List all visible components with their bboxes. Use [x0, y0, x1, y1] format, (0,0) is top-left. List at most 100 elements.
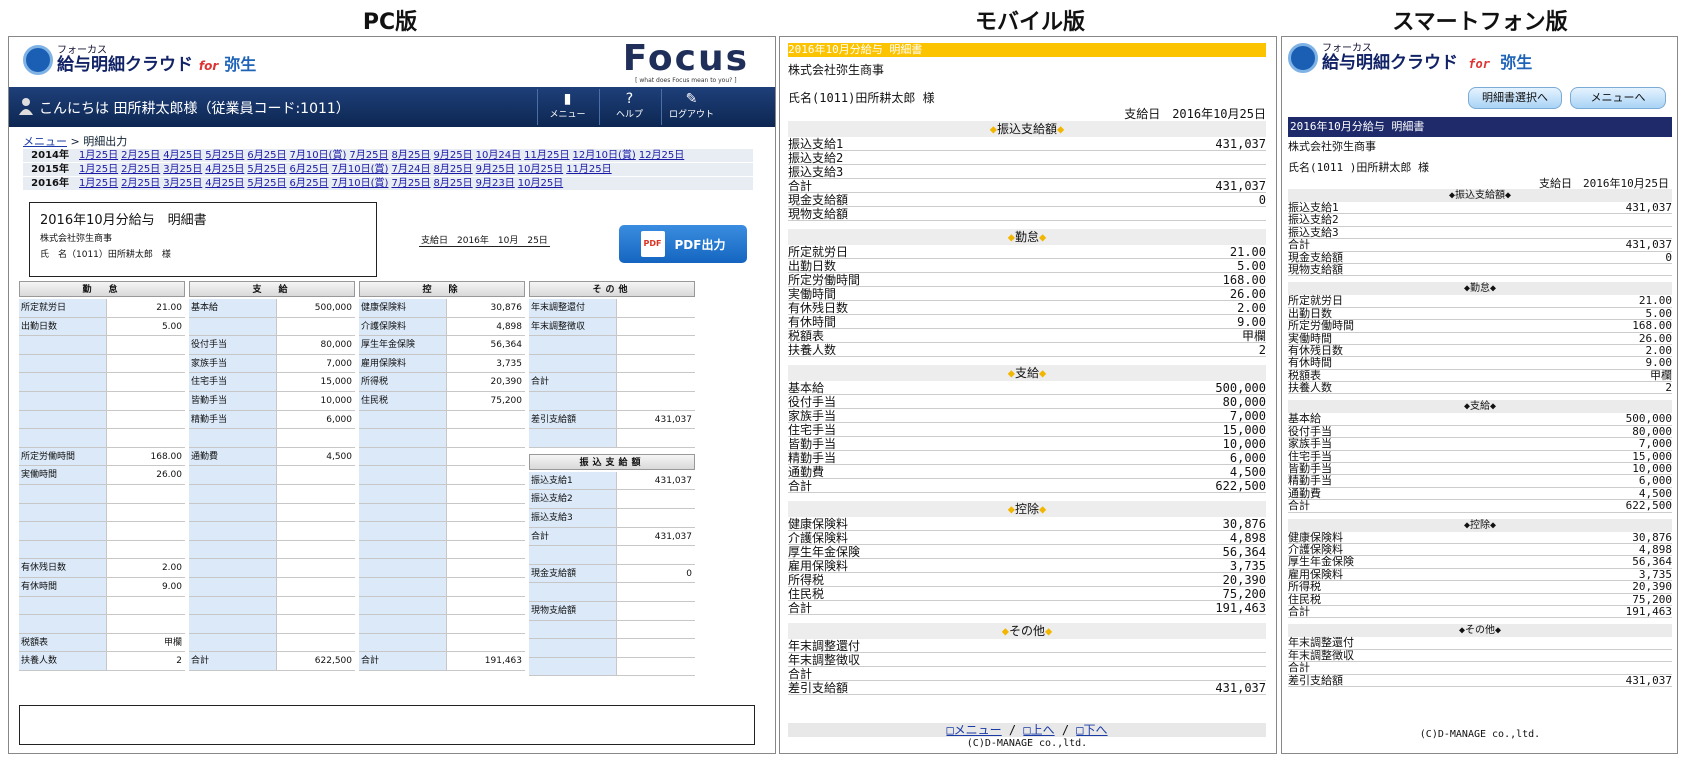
item-label: 所得税 — [1288, 580, 1321, 594]
column-header: 勤 怠 — [19, 281, 185, 297]
row-value: 191,463 — [484, 656, 522, 667]
payslip-date-link[interactable]: 7月10日(賞) — [332, 164, 389, 175]
focus-logo-tagline: [ what does Focus mean to you? ] — [635, 77, 737, 84]
payslip-date-link[interactable]: 5月25日 — [205, 150, 244, 161]
payslip-date-link[interactable]: 12月10日(賞) — [573, 150, 636, 161]
row-label: 振込支給1 — [529, 471, 617, 490]
list-item: 家族手当 7,000 — [1288, 438, 1672, 451]
slip-select-button[interactable]: 明細書選択へ — [1468, 87, 1562, 109]
row-value — [617, 546, 695, 564]
payslip-date-link[interactable]: 4月25日 — [163, 150, 202, 161]
table-row: 年末調整還付 — [529, 299, 695, 318]
payslip-date-link[interactable]: 2月25日 — [121, 178, 160, 189]
table-row — [529, 639, 695, 658]
table-row — [359, 559, 525, 578]
payslip-date-link[interactable]: 7月10日(賞) — [289, 150, 346, 161]
table-row — [19, 373, 185, 392]
item-value: 75,200 — [1222, 587, 1266, 601]
row-value — [617, 490, 695, 508]
greeting-text: こんにちは 田所耕太郎様（従業員コード:1011） — [39, 101, 350, 117]
row-label — [19, 540, 107, 559]
table-row — [529, 429, 695, 448]
mobile-nav-down[interactable]: □下へ — [1076, 723, 1107, 737]
diamond-icon: ◆ — [989, 122, 997, 136]
row-value — [277, 318, 355, 336]
logout-button[interactable]: ✎ ログアウト — [661, 89, 721, 125]
row-label — [19, 429, 107, 447]
menu-button[interactable]: ▮ メニュー — [537, 89, 597, 125]
payslip-date-link[interactable]: 7月25日 — [391, 178, 430, 189]
diamond-icon: ◆ — [1007, 366, 1015, 380]
payslip-date-link[interactable]: 9月23日 — [476, 178, 515, 189]
payslip-date-link[interactable]: 7月25日 — [349, 150, 388, 161]
sp-menu-button[interactable]: メニューへ — [1570, 87, 1666, 109]
table-row — [359, 633, 525, 653]
list-item: 有休残日数 2.00 — [1288, 344, 1672, 358]
payslip-date-link[interactable]: 6月25日 — [289, 164, 328, 175]
payslip-date-link[interactable]: 3月25日 — [163, 178, 202, 189]
item-value: 21.00 — [1638, 294, 1672, 308]
row-label — [359, 633, 447, 652]
row-value — [277, 541, 355, 559]
pdf-export-button[interactable]: PDF PDF出力 — [619, 225, 747, 263]
item-label: 有休残日数 — [788, 301, 849, 315]
payslip-date-link[interactable]: 11月25日 — [566, 164, 611, 175]
payslip-date-link[interactable]: 5月25日 — [247, 164, 286, 175]
payslip-date-link[interactable]: 3月25日 — [163, 164, 202, 175]
payslip-date-link[interactable]: 4月25日 — [205, 178, 244, 189]
row-value — [277, 504, 355, 522]
row-label: 振込支給3 — [529, 508, 617, 527]
row-value — [447, 541, 525, 559]
table-row — [19, 484, 185, 504]
section-title: その他 — [1008, 624, 1045, 638]
payslip-date-link[interactable]: 1月25日 — [79, 178, 118, 189]
breadcrumb-menu-link[interactable]: メニュー — [23, 135, 67, 148]
payslip-date-link[interactable]: 8月25日 — [391, 150, 430, 161]
row-label: 住宅手当 — [189, 373, 277, 391]
list-item: 振込支給1 431,037 — [788, 137, 1266, 151]
table-row — [359, 410, 525, 430]
payslip-date-link[interactable]: 11月25日 — [524, 150, 569, 161]
payslip-date-link[interactable]: 7月10日(賞) — [332, 178, 389, 189]
payslip-date-link[interactable]: 2月25日 — [121, 150, 160, 161]
item-value: 9.00 — [1645, 356, 1673, 370]
table-row — [189, 633, 355, 653]
payslip-date-link[interactable]: 12月25日 — [639, 150, 684, 161]
row-value — [107, 504, 185, 522]
table-row — [359, 540, 525, 560]
table-row — [359, 596, 525, 616]
payslip-date-link[interactable]: 8月25日 — [434, 178, 473, 189]
row-label: 現金支給額 — [529, 564, 617, 583]
item-label: 年末調整徴収 — [788, 653, 861, 667]
table-row — [189, 596, 355, 616]
payslip-date-link[interactable]: 9月25日 — [476, 164, 515, 175]
section-header: ◆勤怠◆ — [788, 229, 1266, 245]
payslip-date-link[interactable]: 1月25日 — [79, 150, 118, 161]
item-label: 合計 — [1288, 499, 1310, 513]
list-item: 年末調整還付 — [1288, 637, 1672, 650]
payslip-date-link[interactable]: 1月25日 — [79, 164, 118, 175]
section-header: ◆振込支給額◆ — [1288, 189, 1672, 202]
payslip-date-link[interactable]: 10月25日 — [518, 178, 563, 189]
list-item: 実働時間 26.00 — [1288, 332, 1672, 345]
item-label: 役付手当 — [788, 395, 837, 409]
payslip-date-link[interactable]: 4月25日 — [205, 164, 244, 175]
mobile-nav-up[interactable]: □上へ — [1023, 723, 1054, 737]
list-item: 雇用保険料 3,735 — [1288, 568, 1672, 582]
payslip-date-link[interactable]: 6月25日 — [289, 178, 328, 189]
mobile-nav-menu[interactable]: □メニュー — [946, 723, 1001, 737]
payslip-date-link[interactable]: 10月24日 — [476, 150, 521, 161]
payslip-date-link[interactable]: 9月25日 — [434, 150, 473, 161]
payslip-date-link[interactable]: 5月25日 — [247, 178, 286, 189]
item-label: 実働時間 — [788, 287, 837, 301]
help-button[interactable]: ? ヘルプ — [599, 89, 659, 125]
payslip-date-link[interactable]: 8月25日 — [434, 164, 473, 175]
payslip-date-link[interactable]: 10月25日 — [518, 164, 563, 175]
payslip-date-link[interactable]: 7月24日 — [391, 164, 430, 175]
payslip-date-link[interactable]: 2月25日 — [121, 164, 160, 175]
item-label: 振込支給2 — [788, 151, 844, 165]
list-item: 年末調整徴収 — [788, 653, 1266, 667]
item-label: 年末調整還付 — [788, 639, 861, 653]
row-value: 30,876 — [490, 303, 523, 313]
payslip-date-link[interactable]: 6月25日 — [247, 150, 286, 161]
